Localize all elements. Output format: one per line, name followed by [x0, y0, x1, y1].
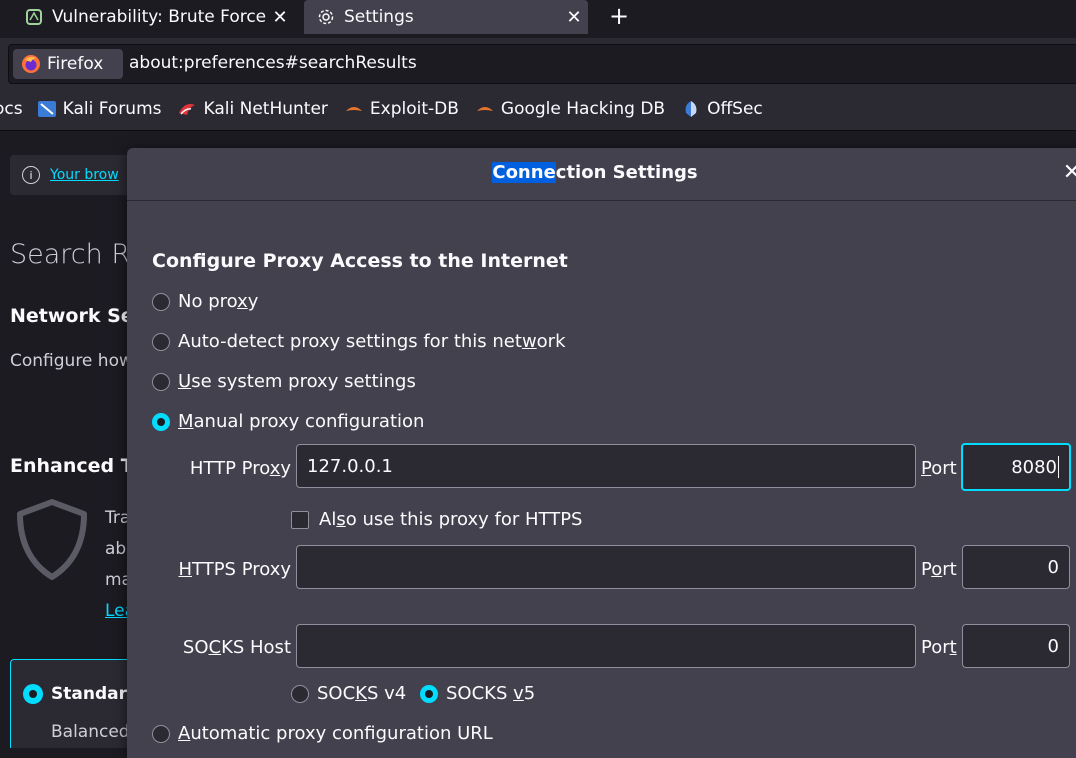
standard-sublabel: Balanced — [51, 722, 130, 742]
firefox-icon — [21, 54, 41, 74]
standard-radio[interactable] — [23, 684, 43, 704]
connection-settings-dialog: Connection Settings ✕ Configure Proxy Ac… — [127, 148, 1076, 758]
standard-label: Standard — [51, 684, 140, 704]
bookmark-docs[interactable]: ocs — [0, 99, 23, 119]
bookmark-label: Google Hacking DB — [500, 99, 666, 119]
radio-system-proxy[interactable]: Use system proxy settings — [152, 371, 416, 392]
also-https-checkbox[interactable] — [291, 510, 309, 529]
tab-bar: Vulnerability: Brute Force ✕ Settings ✕ … — [0, 0, 1076, 38]
new-tab-icon[interactable]: + — [606, 2, 632, 30]
checkbox-label: Also use this proxy for HTTPS — [319, 509, 583, 530]
tab-title: Vulnerability: Brute Force — [52, 7, 266, 27]
dialog-title: Connection Settings — [127, 162, 1063, 183]
identity-label: Firefox — [47, 54, 104, 74]
bookmark-label: Kali NetHunter — [203, 99, 328, 119]
https-proxy-input[interactable] — [296, 545, 916, 589]
bookmark-label: OffSec — [707, 99, 763, 119]
exploit-db-icon — [344, 99, 364, 119]
radio-label: SOCKS v4 — [317, 683, 407, 704]
bookmark-offsec[interactable]: OffSec — [681, 99, 763, 119]
radio-circle[interactable] — [291, 684, 309, 703]
ghdb-icon — [475, 99, 495, 119]
radio-no-proxy[interactable]: No proxy — [152, 291, 258, 312]
tab-vulnerability[interactable]: Vulnerability: Brute Force ✕ — [12, 0, 294, 34]
radio-circle-selected[interactable] — [420, 684, 438, 703]
socks-port-input[interactable]: 0 — [962, 624, 1070, 668]
gear-icon — [316, 7, 336, 27]
radio-socks-v5[interactable]: SOCKS v5 — [420, 683, 535, 704]
socks-port-label: Port — [921, 637, 957, 658]
close-icon[interactable]: ✕ — [1059, 160, 1076, 185]
socks-host-input[interactable] — [296, 624, 916, 668]
radio-label: Automatic proxy configuration URL — [178, 723, 493, 744]
shield-icon — [12, 497, 92, 587]
kali-nethunter-icon — [177, 99, 197, 119]
http-proxy-label: HTTP Proxy — [189, 458, 291, 479]
bookmark-label: Exploit-DB — [369, 99, 459, 119]
notice-link[interactable]: Your brow — [50, 167, 119, 183]
radio-circle[interactable] — [152, 372, 170, 391]
identity-box[interactable]: Firefox — [13, 49, 123, 79]
http-proxy-input[interactable]: 127.0.0.1 — [296, 444, 916, 488]
radio-label: SOCKS v5 — [446, 683, 536, 704]
https-port-input[interactable]: 0 — [962, 545, 1070, 589]
radio-label: Manual proxy configuration — [178, 411, 425, 432]
bookmark-label: ocs — [0, 99, 23, 119]
etp-heading: Enhanced T — [10, 455, 134, 477]
kali-forums-icon — [37, 99, 57, 119]
close-icon[interactable]: ✕ — [560, 7, 588, 28]
bookmark-ghdb[interactable]: Google Hacking DB — [475, 99, 665, 119]
network-settings-heading: Network Se — [10, 305, 134, 327]
bookmark-kali-nethunter[interactable]: Kali NetHunter — [177, 99, 328, 119]
info-icon: i — [22, 166, 40, 184]
socks-host-label: SOCKS Host — [182, 637, 291, 658]
radio-label: Auto-detect proxy settings for this netw… — [178, 331, 566, 352]
https-proxy-label: HTTPS Proxy — [178, 559, 291, 580]
also-https-checkbox-row[interactable]: Also use this proxy for HTTPS — [291, 509, 582, 530]
bookmark-label: Kali Forums — [62, 99, 162, 119]
radio-circle-selected[interactable] — [152, 412, 170, 431]
close-icon[interactable]: ✕ — [266, 7, 294, 28]
http-port-label: Port — [921, 458, 957, 479]
radio-auto-proxy-url[interactable]: Automatic proxy configuration URL — [152, 723, 493, 744]
radio-label: No proxy — [178, 291, 259, 312]
bookmark-exploit-db[interactable]: Exploit-DB — [344, 99, 459, 119]
dvwa-icon — [24, 7, 44, 27]
radio-circle[interactable] — [152, 724, 170, 743]
http-port-input[interactable]: 8080 — [961, 443, 1071, 491]
radio-manual-proxy[interactable]: Manual proxy configuration — [152, 411, 424, 432]
url-bar[interactable]: Firefox about:preferences#searchResults — [8, 44, 1076, 84]
section-title: Configure Proxy Access to the Internet — [152, 250, 568, 272]
bookmark-kali-forums[interactable]: Kali Forums — [37, 99, 162, 119]
search-results-heading: Search Re — [10, 239, 146, 270]
nav-bar: Firefox about:preferences#searchResults — [0, 38, 1076, 88]
bookmarks-toolbar: ocs Kali Forums Kali NetHunter Exploit-D… — [0, 88, 1076, 131]
title-rest: ction Settings — [555, 162, 698, 183]
https-port-label: Port — [921, 559, 957, 580]
network-settings-desc: Configure how — [10, 351, 133, 371]
tab-title: Settings — [344, 7, 414, 27]
radio-label: Use system proxy settings — [178, 371, 416, 392]
tab-settings[interactable]: Settings ✕ — [304, 0, 588, 34]
title-highlight: Conne — [492, 162, 556, 183]
radio-circle[interactable] — [152, 292, 170, 311]
offsec-icon — [681, 99, 701, 119]
radio-circle[interactable] — [152, 332, 170, 351]
dialog-header: Connection Settings ✕ — [127, 148, 1076, 201]
radio-socks-v4[interactable]: SOCKS v4 — [291, 683, 406, 704]
url-text[interactable]: about:preferences#searchResults — [129, 53, 417, 73]
radio-auto-detect[interactable]: Auto-detect proxy settings for this netw… — [152, 331, 566, 352]
